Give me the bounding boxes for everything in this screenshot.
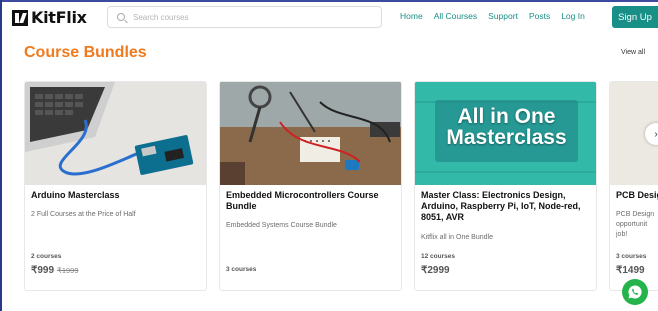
nav-support[interactable]: Support [488,11,518,21]
site-header: KitFlix Home All Courses Support Posts L… [2,2,658,32]
card-price: ₹999 ₹1999 [31,265,79,276]
card-thumbnail: All in One Masterclass [415,82,596,185]
course-card-embedded[interactable]: Embedded Microcontrollers Course Bundle … [219,81,402,291]
view-all-link[interactable]: View all [621,49,645,56]
card-course-count: 3 courses [616,253,647,260]
card-title: Master Class: Electronics Design, Arduin… [421,190,581,222]
price-original: ₹1999 [57,266,79,275]
card-price: ₹2999 [421,265,450,276]
logo-text: KitFlix [31,8,87,27]
logo-mark-icon [12,9,28,26]
window-frame-left [0,0,2,311]
whatsapp-icon[interactable] [622,279,648,305]
nav-all-courses[interactable]: All Courses [434,11,477,21]
search-input[interactable] [133,12,363,22]
search-icon [117,13,125,21]
card-course-count: 3 courses [226,266,257,273]
price-current: ₹999 [31,265,55,276]
search-box[interactable] [107,6,382,28]
card-thumbnail [25,82,206,185]
card-description-line: PCB Design [616,211,655,218]
card-title: PCB Desig [616,190,658,200]
main-nav: Home All Courses Support Posts Log In [400,11,596,21]
signup-button[interactable]: Sign Up [612,6,658,28]
nav-home[interactable]: Home [400,11,423,21]
card-course-count: 12 courses [421,253,455,260]
nav-log-in[interactable]: Log In [561,11,585,21]
card-title: Embedded Microcontrollers Course Bundle [226,190,379,211]
site-logo[interactable]: KitFlix [12,8,87,27]
card-description: Kitflix all in One Bundle [421,234,493,241]
card-thumbnail [220,82,401,185]
section-title: Course Bundles [24,44,147,61]
card-description-line: opportunit [616,221,648,228]
card-description-line: job! [616,231,628,238]
card-description: PCB Design opportunit job! [616,210,658,240]
price-current: ₹2999 [421,265,450,276]
card-title: Arduino Masterclass [31,190,120,200]
card-price: ₹1499 [616,265,645,276]
price-current: ₹1499 [616,265,645,276]
card-description: Embedded Systems Course Bundle [226,222,337,229]
course-card-arduino[interactable]: Arduino Masterclass 2 Full Courses at th… [24,81,207,291]
card-course-count: 2 courses [31,253,62,260]
course-card-pcb-design[interactable]: PCB Desig PCB Design opportunit job! 3 c… [609,81,658,291]
thumbnail-title-line2: Masterclass [446,126,567,149]
course-card-all-in-one[interactable]: All in One Masterclass Master Class: Ele… [414,81,597,291]
card-description: 2 Full Courses at the Price of Half [31,211,136,218]
nav-posts[interactable]: Posts [529,11,550,21]
thumbnail-title-line1: All in One [457,105,556,128]
